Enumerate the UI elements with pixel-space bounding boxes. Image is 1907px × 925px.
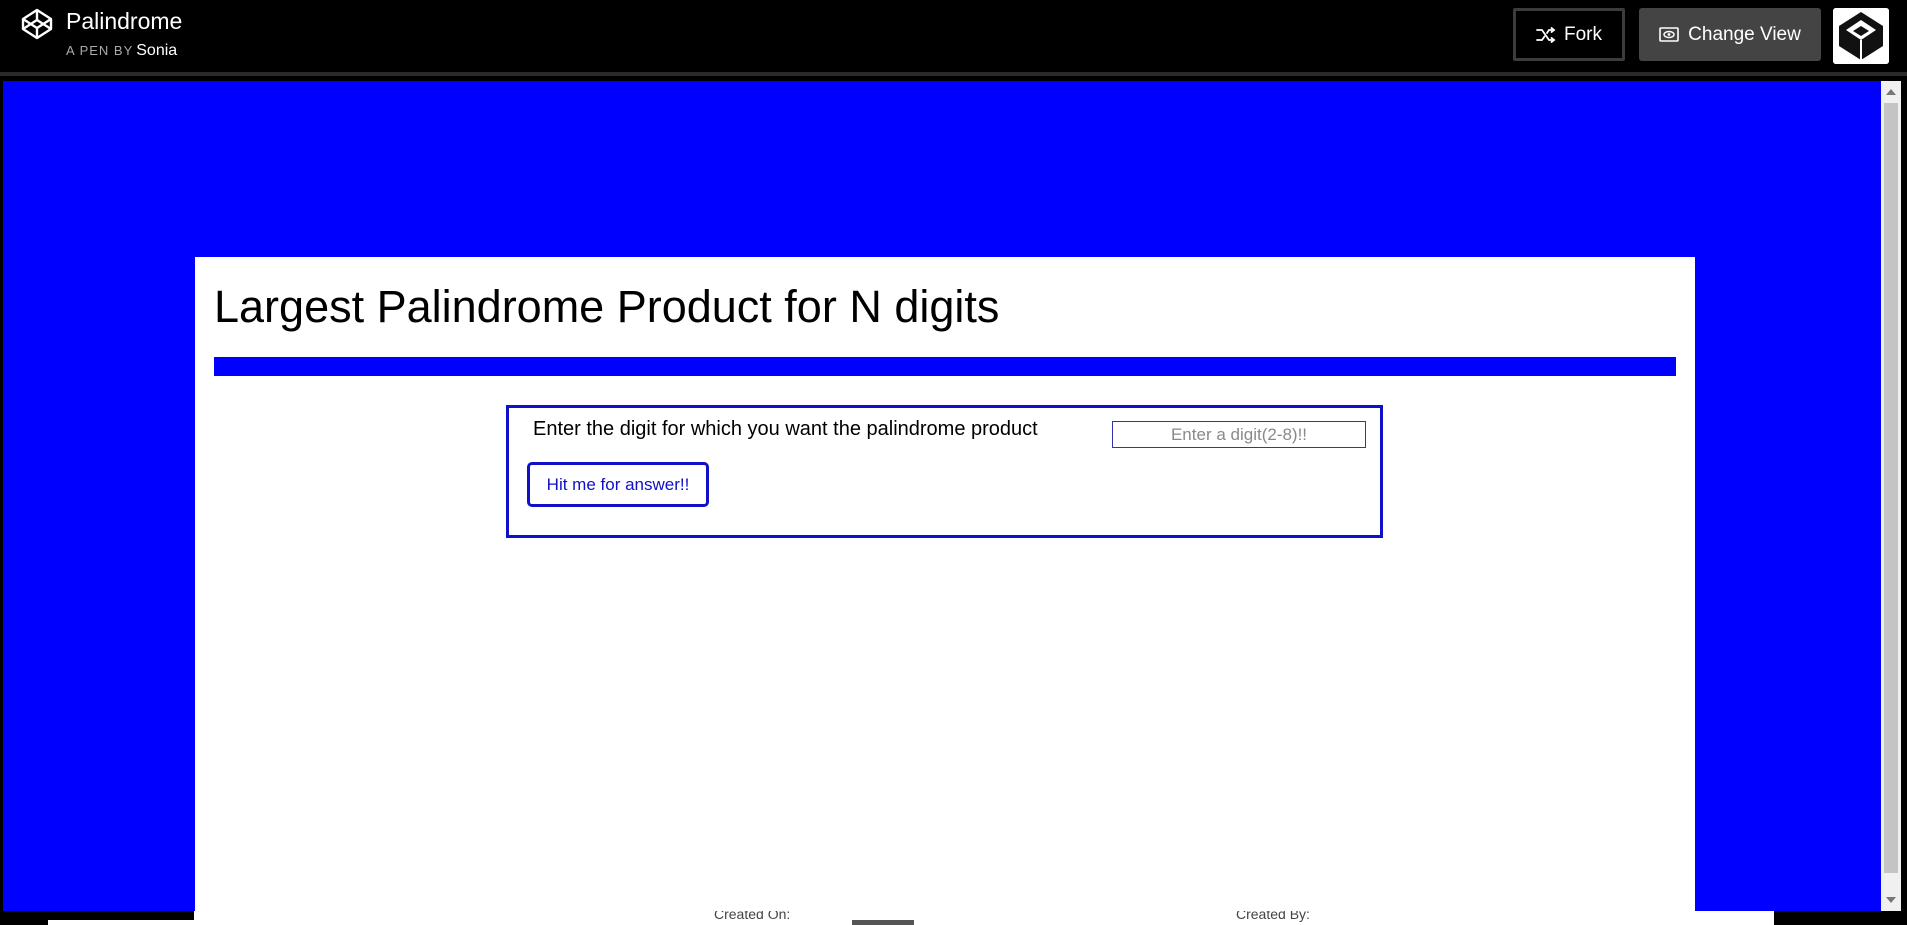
fork-icon: [1536, 26, 1556, 43]
codepen-logo-icon[interactable]: [20, 7, 54, 41]
created-on-label: Created On:: [714, 911, 791, 922]
scroll-up-icon[interactable]: [1886, 89, 1896, 95]
change-view-label: Change View: [1688, 23, 1801, 45]
scroll-down-icon[interactable]: [1886, 897, 1896, 903]
bottom-tab-indicator: [48, 920, 480, 925]
pen-header: Palindrome A PEN BY Sonia Fork Change Vie…: [0, 0, 1907, 76]
created-by-label: Created By:: [1236, 911, 1310, 922]
bottom-tab-handle[interactable]: [852, 920, 914, 925]
fork-label: Fork: [1564, 23, 1602, 45]
pen-byline: A PEN BY Sonia: [66, 42, 177, 60]
content-card: Largest Palindrome Product for N digits …: [195, 257, 1695, 921]
avatar[interactable]: [1833, 8, 1889, 64]
digit-input[interactable]: [1112, 421, 1366, 448]
pen-preview: Largest Palindrome Product for N digits …: [3, 81, 1881, 921]
digit-prompt-label: Enter the digit for which you want the p…: [533, 418, 1038, 440]
eye-icon: [1659, 27, 1679, 42]
pen-title[interactable]: Palindrome: [66, 8, 182, 35]
author-link[interactable]: Sonia: [136, 42, 177, 59]
fork-button[interactable]: Fork: [1513, 8, 1625, 61]
page-title: Largest Palindrome Product for N digits: [214, 281, 1000, 332]
change-view-button[interactable]: Change View: [1639, 8, 1821, 61]
preview-scrollbar[interactable]: [1881, 81, 1901, 911]
divider-bar: [214, 357, 1676, 376]
palindrome-form: Enter the digit for which you want the p…: [506, 405, 1383, 538]
byline-prefix: A PEN BY: [66, 43, 134, 58]
scroll-thumb[interactable]: [1884, 103, 1898, 873]
answer-button[interactable]: Hit me for answer!!: [527, 462, 709, 507]
codepen-avatar-icon: [1833, 8, 1889, 64]
